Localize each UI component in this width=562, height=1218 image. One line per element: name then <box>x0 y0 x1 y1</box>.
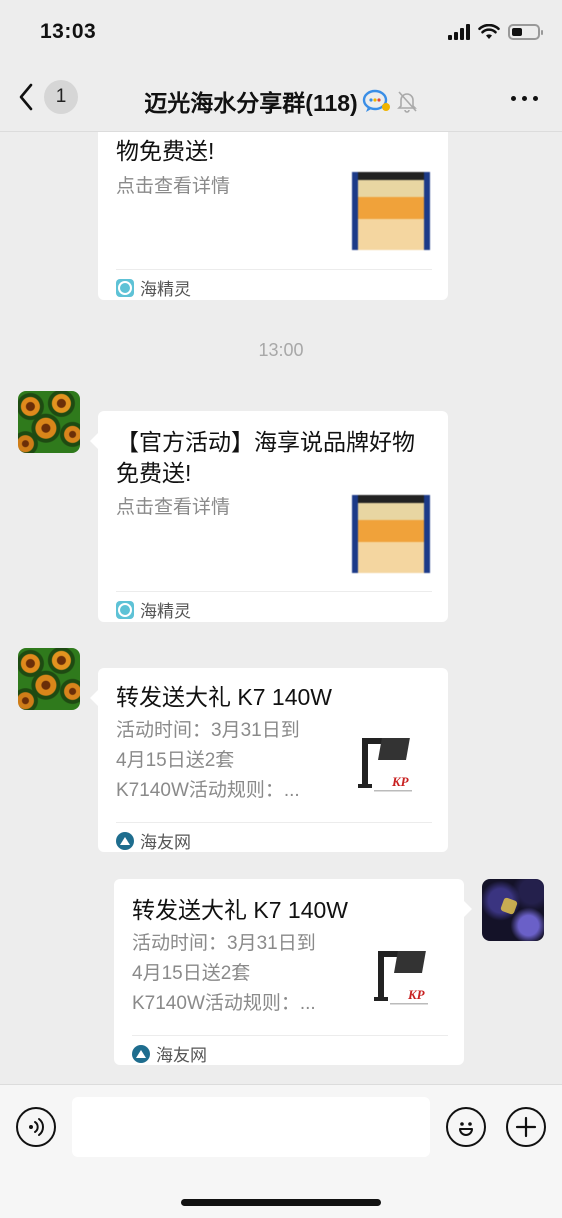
mute-bell-icon <box>396 91 417 113</box>
card-description: 点击查看详情 <box>116 176 231 197</box>
voice-input-button[interactable] <box>16 1107 56 1147</box>
input-bar <box>0 1084 562 1218</box>
card-source-label: 海精灵 <box>140 602 191 621</box>
card-description: 活动时间：3月31日到 4月15日送2套 K7140W活动规则：... <box>132 933 316 1014</box>
card-thumbnail <box>352 495 430 573</box>
hjl-icon <box>116 278 134 297</box>
cellular-signal-icon <box>448 24 470 40</box>
emoji-icon <box>459 1122 473 1136</box>
home-indicator <box>181 1199 381 1206</box>
hjl-icon <box>116 600 134 619</box>
battery-icon <box>508 24 543 40</box>
link-card-message[interactable]: 【官方活动】海享说品牌好物免费送! 点击查看详情 海精灵 <box>90 411 448 622</box>
nav-bar: 1 迈光海水分享群(118) <box>0 66 562 132</box>
status-bar: 13:03 <box>0 0 562 66</box>
sender-avatar[interactable] <box>18 391 80 453</box>
battery-fill <box>512 28 522 36</box>
chat-title: 迈光海水分享群(118) <box>144 90 358 116</box>
card-divider <box>116 591 432 592</box>
link-card-message[interactable]: 物免费送! 点击查看详情 海精灵 <box>98 132 448 300</box>
card-source-label: 海友网 <box>140 833 191 852</box>
chat-area[interactable]: 物免费送! 点击查看详情 海精灵 13:00 【官方活动】海享说品牌好物免费送!… <box>0 132 562 1084</box>
wifi-icon <box>478 24 500 39</box>
card-divider <box>116 822 432 823</box>
card-source-label: 海精灵 <box>140 280 191 299</box>
card-source: 海友网 <box>132 1041 207 1066</box>
status-time: 13:03 <box>40 20 97 43</box>
card-divider <box>132 1035 448 1036</box>
card-description: 点击查看详情 <box>116 497 231 518</box>
svg-text:KP: KP <box>407 987 426 1002</box>
group-chat-bubble-icon <box>362 89 390 112</box>
svg-text:KP: KP <box>391 774 410 789</box>
card-thumbnail: KP <box>368 939 446 1017</box>
card-title: 物免费送! <box>116 138 215 164</box>
more-dot-icon <box>533 96 538 101</box>
chat-title-bar: 迈光海水分享群(118) <box>0 84 562 118</box>
plus-icon <box>515 1116 537 1138</box>
card-title: 转发送大礼 K7 140W <box>116 684 332 710</box>
voice-icon <box>29 1118 44 1136</box>
link-card-message[interactable]: 转发送大礼 K7 140W 活动时间：3月31日到 4月15日送2套 K7140… <box>90 668 448 853</box>
hyw-icon <box>116 831 134 850</box>
card-divider <box>116 269 432 270</box>
card-title: 转发送大礼 K7 140W <box>132 897 348 923</box>
card-description: 活动时间：3月31日到 4月15日送2套 K7140W活动规则：... <box>116 720 300 801</box>
message-timestamp: 13:00 <box>258 340 304 360</box>
more-functions-button[interactable] <box>506 1107 546 1147</box>
card-thumbnail: KP <box>352 726 430 804</box>
card-source: 海精灵 <box>116 275 191 300</box>
my-avatar[interactable] <box>482 879 544 941</box>
emoji-button[interactable] <box>446 1107 486 1147</box>
link-card-message[interactable]: 转发送大礼 K7 140W 活动时间：3月31日到 4月15日送2套 K7140… <box>114 879 472 1066</box>
hyw-icon <box>132 1044 150 1063</box>
card-source-label: 海友网 <box>156 1046 207 1065</box>
more-options-button[interactable] <box>511 96 538 101</box>
more-dot-icon <box>511 96 516 101</box>
message-input[interactable] <box>72 1097 430 1157</box>
card-thumbnail <box>352 172 430 250</box>
card-source: 海友网 <box>116 828 191 853</box>
more-dot-icon <box>522 96 527 101</box>
card-source: 海精灵 <box>116 597 191 622</box>
card-title: 【官方活动】海享说品牌好物免费送! <box>116 429 415 486</box>
status-icons <box>448 24 543 40</box>
sender-avatar[interactable] <box>18 648 80 710</box>
